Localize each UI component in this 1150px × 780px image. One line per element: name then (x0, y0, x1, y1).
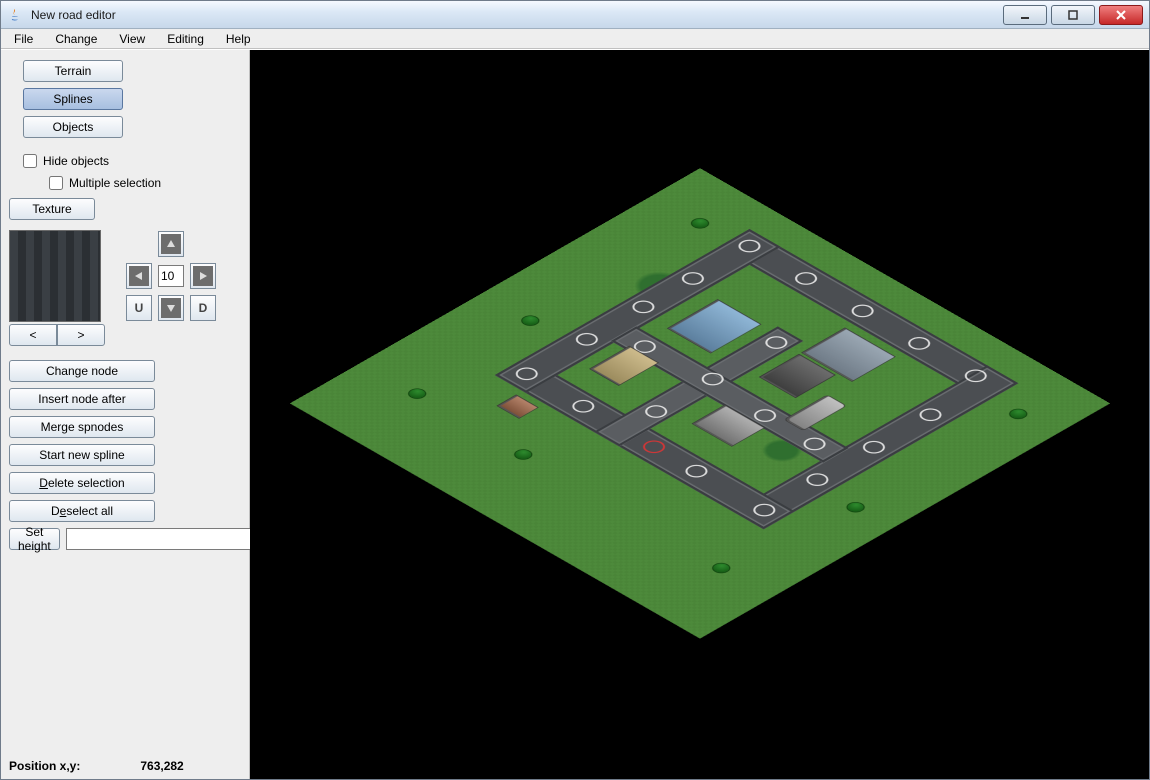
hide-objects-label: Hide objects (43, 154, 109, 168)
hide-objects-checkbox[interactable] (23, 154, 37, 168)
viewport[interactable] (250, 50, 1149, 779)
app-window: New road editor File Change View Editing… (0, 0, 1150, 780)
multiple-selection-label: Multiple selection (69, 176, 161, 190)
menu-change[interactable]: Change (46, 30, 106, 48)
java-icon (7, 7, 23, 23)
dpad-up-button[interactable] (158, 231, 184, 257)
set-height-input[interactable] (66, 528, 253, 550)
dpad-down-button[interactable] (158, 295, 184, 321)
iso-scene (410, 113, 990, 693)
sidebar: Terrain Splines Objects Hide objects Mul… (1, 50, 250, 779)
dpad-value-input[interactable] (158, 265, 184, 287)
mode-objects-button[interactable]: Objects (23, 116, 123, 138)
window-title: New road editor (31, 8, 991, 22)
close-button[interactable] (1099, 5, 1143, 25)
tree (688, 216, 711, 229)
tree (709, 561, 732, 574)
minimize-button[interactable] (1003, 5, 1047, 25)
insert-node-after-button[interactable]: Insert node after (9, 388, 155, 410)
tree (1006, 407, 1029, 420)
multiple-selection-checkbox[interactable] (49, 176, 63, 190)
dpad-u-button[interactable]: U (126, 295, 152, 321)
building (590, 346, 657, 385)
building (497, 395, 537, 418)
road-segment (494, 357, 794, 529)
texture-button[interactable]: Texture (9, 198, 95, 220)
mode-terrain-button[interactable]: Terrain (23, 60, 123, 82)
dpad-d-button[interactable]: D (190, 295, 216, 321)
menu-view[interactable]: View (110, 30, 154, 48)
tree (844, 500, 867, 513)
dpad: U D (125, 230, 225, 322)
maximize-button[interactable] (1051, 5, 1095, 25)
menu-editing[interactable]: Editing (158, 30, 213, 48)
statusbar: Position x,y: 763,282 (9, 755, 241, 773)
tree (518, 314, 541, 327)
dpad-right-button[interactable] (190, 263, 216, 289)
tree (511, 448, 534, 461)
set-height-button[interactable]: Set height (9, 528, 60, 550)
deselect-all-button[interactable]: Deselect all (9, 500, 155, 522)
texture-next-button[interactable]: > (57, 324, 105, 346)
position-value: 763,282 (140, 759, 183, 773)
change-node-button[interactable]: Change node (9, 360, 155, 382)
start-new-spline-button[interactable]: Start new spline (9, 444, 155, 466)
tree (405, 387, 428, 400)
dpad-left-button[interactable] (126, 263, 152, 289)
merge-spnodes-button[interactable]: Merge spnodes (9, 416, 155, 438)
texture-preview (9, 230, 101, 322)
menubar: File Change View Editing Help (1, 29, 1149, 49)
window-controls (999, 5, 1143, 25)
content-area: Terrain Splines Objects Hide objects Mul… (1, 49, 1149, 779)
texture-prev-button[interactable]: < (9, 324, 57, 346)
menu-file[interactable]: File (5, 30, 42, 48)
titlebar: New road editor (1, 1, 1149, 29)
mode-splines-button[interactable]: Splines (23, 88, 123, 110)
position-label: Position x,y: (9, 759, 80, 773)
menu-help[interactable]: Help (217, 30, 260, 48)
delete-selection-button[interactable]: Delete selection (9, 472, 155, 494)
ground-plane (289, 168, 1109, 638)
